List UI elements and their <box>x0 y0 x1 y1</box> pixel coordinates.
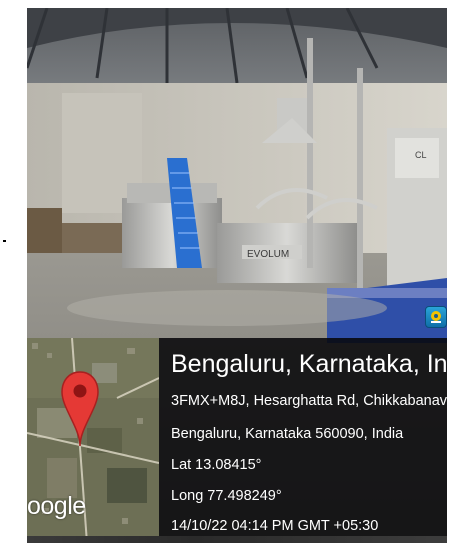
cabinet-label: CL <box>415 150 427 160</box>
factory-photo: EVOLUM CL oogle Bengaluru, Karnataka, In… <box>27 8 447 543</box>
google-map-attribution: oogle <box>27 492 86 520</box>
address-line-2: Bengaluru, Karnataka 560090, India <box>171 426 404 442</box>
address-line-1: 3FMX+M8J, Hesarghatta Rd, Chikkabanavara… <box>171 393 447 409</box>
latitude-text: Lat 13.08415° <box>171 457 262 473</box>
location-info-panel: Bengaluru, Karnataka, India 3FMX+M8J, He… <box>159 338 447 543</box>
map-pin-camera-icon <box>431 311 441 323</box>
longitude-text: Long 77.498249° <box>171 488 282 504</box>
machine-label: EVOLUM <box>247 249 289 260</box>
map-pin-icon <box>61 371 99 446</box>
location-title: Bengaluru, Karnataka, India <box>171 350 447 378</box>
bottom-edge-strip <box>27 536 447 543</box>
geotag-app-icon <box>425 306 447 328</box>
geotagged-photo-page: EVOLUM CL oogle Bengaluru, Karnataka, In… <box>0 0 449 545</box>
timestamp-text: 14/10/22 04:14 PM GMT +05:30 <box>171 518 379 534</box>
stray-mark <box>3 240 6 242</box>
